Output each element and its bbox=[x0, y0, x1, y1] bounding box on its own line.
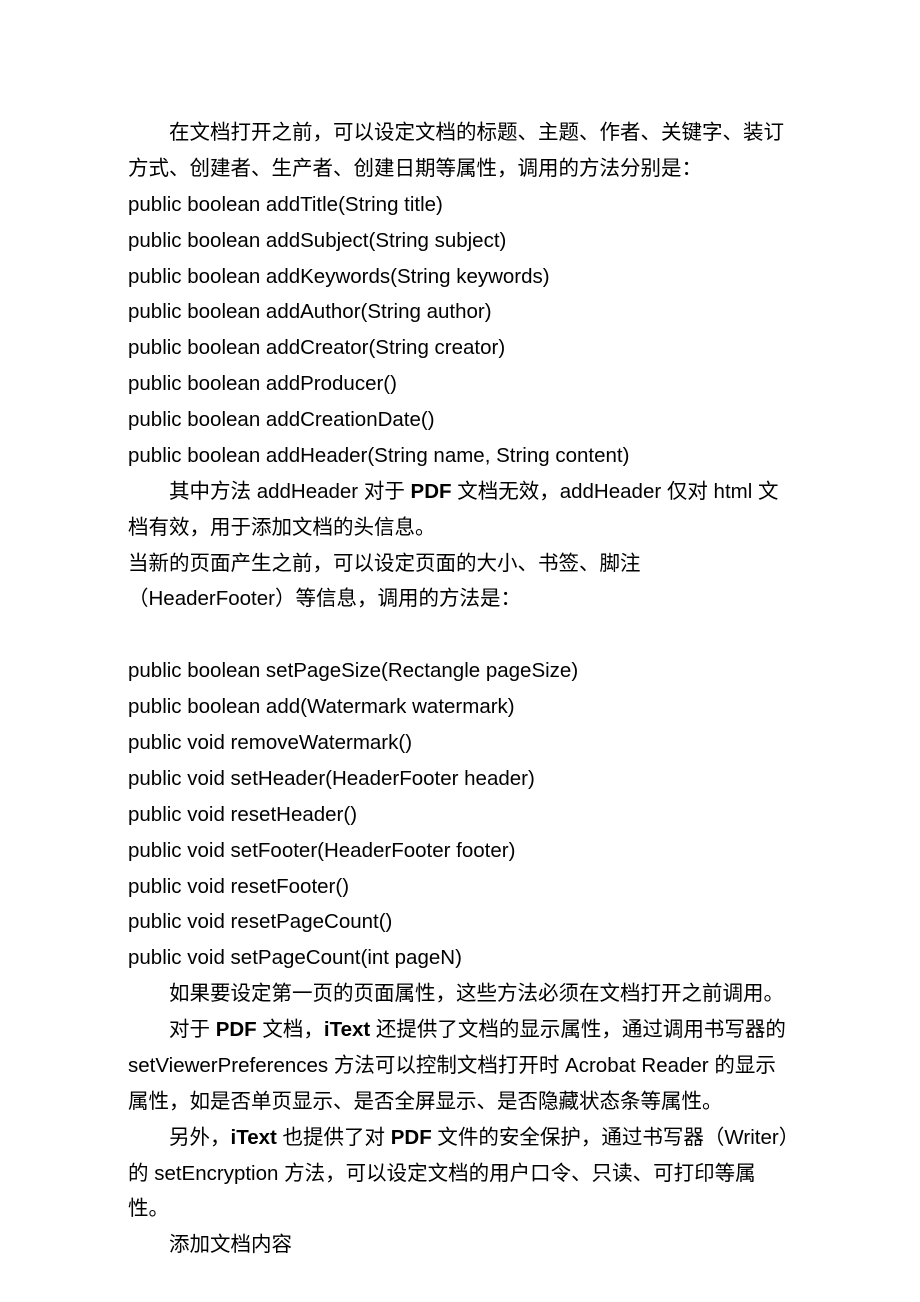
paragraph-viewer-prefs: 对于 PDF 文档，iText 还提供了文档的显示属性，通过调用书写器的 set… bbox=[128, 1012, 792, 1120]
paragraph-page-methods: 当新的页面产生之前，可以设定页面的大小、书签、脚注（HeaderFooter）等… bbox=[128, 546, 792, 618]
code-line: public void resetHeader() bbox=[128, 797, 792, 833]
pdf-bold: PDF bbox=[391, 1126, 432, 1149]
text: 其中方法 addHeader 对于 bbox=[169, 480, 411, 503]
text: 另外， bbox=[169, 1126, 231, 1149]
code-line: public boolean addTitle(String title) bbox=[128, 187, 792, 223]
code-line: public void setHeader(HeaderFooter heade… bbox=[128, 761, 792, 797]
itext-bold: iText bbox=[324, 1018, 370, 1041]
code-line: public boolean addKeywords(String keywor… bbox=[128, 259, 792, 295]
code-line: public boolean addProducer() bbox=[128, 366, 792, 402]
code-line: public boolean addCreationDate() bbox=[128, 402, 792, 438]
code-line: public void removeWatermark() bbox=[128, 725, 792, 761]
code-line: public boolean setPageSize(Rectangle pag… bbox=[128, 653, 792, 689]
code-line: public void setPageCount(int pageN) bbox=[128, 940, 792, 976]
paragraph-add-content: 添加文档内容 bbox=[128, 1227, 792, 1263]
code-line: public boolean addSubject(String subject… bbox=[128, 223, 792, 259]
paragraph-first-page-note: 如果要设定第一页的页面属性，这些方法必须在文档打开之前调用。 bbox=[128, 976, 792, 1012]
code-line: public boolean add(Watermark watermark) bbox=[128, 689, 792, 725]
code-line: public void resetFooter() bbox=[128, 869, 792, 905]
text: 对于 bbox=[169, 1018, 216, 1041]
code-line: public void resetPageCount() bbox=[128, 904, 792, 940]
code-line: public boolean addCreator(String creator… bbox=[128, 330, 792, 366]
paragraph-intro: 在文档打开之前，可以设定文档的标题、主题、作者、关键字、装订方式、创建者、生产者… bbox=[128, 115, 792, 187]
text: 也提供了对 bbox=[277, 1126, 391, 1149]
pdf-bold: PDF bbox=[216, 1018, 257, 1041]
blank-line bbox=[128, 617, 792, 653]
paragraph-addheader-note: 其中方法 addHeader 对于 PDF 文档无效，addHeader 仅对 … bbox=[128, 474, 792, 546]
code-line: public void setFooter(HeaderFooter foote… bbox=[128, 833, 792, 869]
code-line: public boolean addHeader(String name, St… bbox=[128, 438, 792, 474]
itext-bold: iText bbox=[231, 1126, 277, 1149]
text: 文档， bbox=[257, 1018, 324, 1041]
code-line: public boolean addAuthor(String author) bbox=[128, 294, 792, 330]
paragraph-encryption: 另外，iText 也提供了对 PDF 文件的安全保护，通过书写器（Writer）… bbox=[128, 1120, 792, 1228]
pdf-bold: PDF bbox=[411, 480, 452, 503]
